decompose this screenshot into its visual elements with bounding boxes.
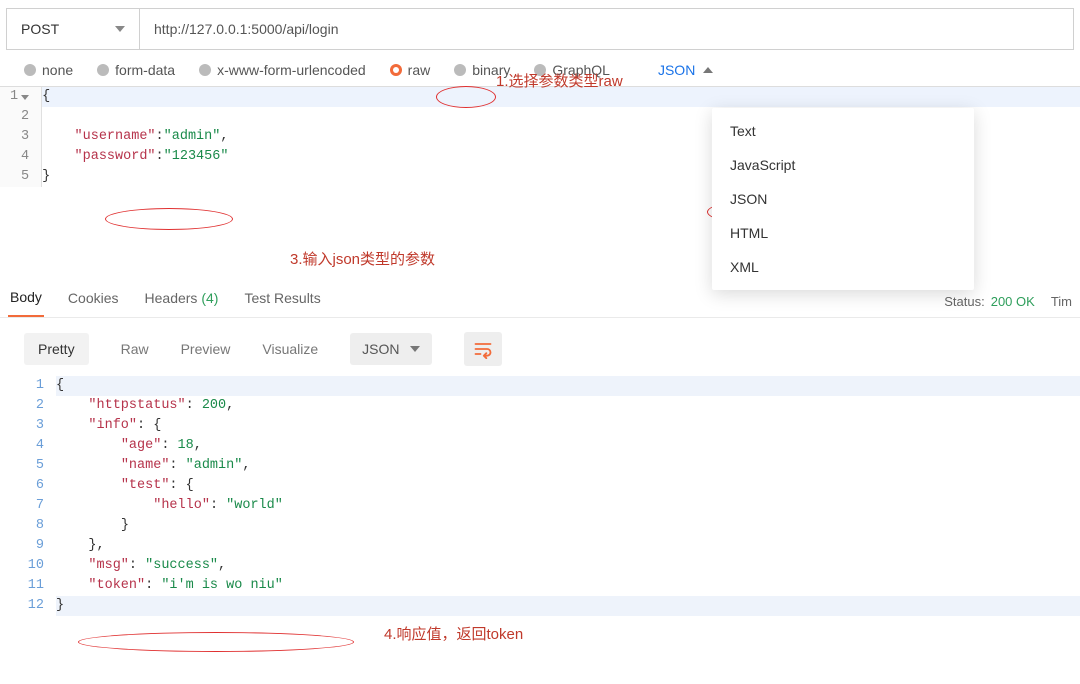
fold-icon: [21, 95, 29, 100]
body-type-graphql-label: GraphQL: [552, 62, 610, 78]
response-view-tabs: Pretty Raw Preview Visualize JSON: [0, 318, 1080, 376]
body-type-raw-label: raw: [408, 62, 431, 78]
radio-off-icon: [97, 64, 109, 76]
tab-headers-count: (4): [201, 290, 218, 306]
annotation-ellipse-token: [78, 632, 354, 652]
status-value: 200 OK: [991, 294, 1035, 309]
body-type-binary-label: binary: [472, 62, 510, 78]
wrap-lines-button[interactable]: [464, 332, 502, 366]
view-pretty[interactable]: Pretty: [24, 333, 89, 365]
dropdown-item-xml[interactable]: XML: [712, 250, 974, 284]
url-value: http://127.0.0.1:5000/api/login: [154, 21, 338, 37]
response-code: { "httpstatus": 200, "info": { "age": 18…: [56, 376, 1080, 616]
chevron-down-icon: [410, 346, 420, 352]
annotation-4: 4.响应值，返回token: [384, 623, 523, 644]
body-type-binary[interactable]: binary: [454, 62, 510, 78]
body-type-none-label: none: [42, 62, 73, 78]
response-body-editor[interactable]: 1 2 3 4 5 6 7 8 9 10 11 12 { "httpstatus…: [0, 376, 1080, 616]
chevron-down-icon: [115, 26, 125, 32]
response-status: Status: 200 OK Tim: [944, 294, 1072, 309]
tab-test-results[interactable]: Test Results: [242, 286, 322, 316]
response-format-select[interactable]: JSON: [350, 333, 431, 365]
status-label: Status:: [944, 294, 984, 309]
body-type-xwww-label: x-www-form-urlencoded: [217, 62, 366, 78]
body-type-graphql[interactable]: GraphQL: [534, 62, 610, 78]
body-language-select[interactable]: JSON: [658, 62, 713, 78]
body-type-form-data[interactable]: form-data: [97, 62, 175, 78]
body-type-radios: none form-data x-www-form-urlencoded raw…: [0, 60, 1080, 86]
response-gutter: 1 2 3 4 5 6 7 8 9 10 11 12: [0, 376, 56, 616]
body-type-none[interactable]: none: [24, 62, 73, 78]
request-gutter: 1 2 3 4 5: [0, 87, 42, 187]
body-type-raw[interactable]: raw: [390, 62, 431, 78]
dropdown-item-text[interactable]: Text: [712, 114, 974, 148]
radio-off-icon: [454, 64, 466, 76]
language-dropdown: Text JavaScript JSON HTML XML: [712, 108, 974, 290]
view-preview[interactable]: Preview: [181, 341, 231, 357]
dropdown-item-json[interactable]: JSON: [712, 182, 974, 216]
body-type-x-www[interactable]: x-www-form-urlencoded: [199, 62, 366, 78]
view-visualize[interactable]: Visualize: [262, 341, 318, 357]
tab-headers[interactable]: Headers (4): [143, 286, 221, 316]
body-type-form-data-label: form-data: [115, 62, 175, 78]
wrap-icon: [473, 339, 493, 359]
response-format-label: JSON: [362, 341, 399, 357]
radio-on-icon: [390, 64, 402, 76]
url-input[interactable]: http://127.0.0.1:5000/api/login: [140, 8, 1074, 50]
tab-cookies[interactable]: Cookies: [66, 286, 121, 316]
radio-off-icon: [24, 64, 36, 76]
http-method-select[interactable]: POST: [6, 8, 140, 50]
dropdown-item-html[interactable]: HTML: [712, 216, 974, 250]
time-label: Tim: [1051, 294, 1072, 309]
view-raw[interactable]: Raw: [121, 341, 149, 357]
tab-body[interactable]: Body: [8, 285, 44, 317]
body-language-label: JSON: [658, 62, 695, 78]
dropdown-item-javascript[interactable]: JavaScript: [712, 148, 974, 182]
radio-off-icon: [199, 64, 211, 76]
radio-off-icon: [534, 64, 546, 76]
triangle-up-icon: [703, 67, 713, 73]
http-method-label: POST: [21, 21, 59, 37]
tab-headers-label: Headers: [145, 290, 198, 306]
